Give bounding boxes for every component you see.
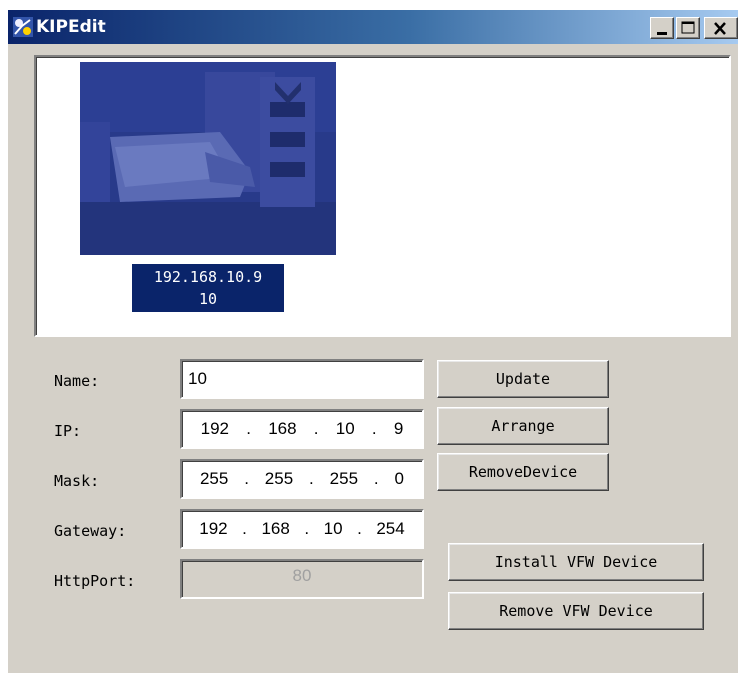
device-preview-panel: 192.168.10.9 10 [34,55,731,337]
ip-octet: 192 [200,419,229,438]
mask-dot: . [309,469,314,488]
window-title: KIPEdit [36,17,106,37]
device-label[interactable]: 192.168.10.9 10 [132,264,284,312]
mask-field[interactable]: 255 . 255 . 255 . 0 [180,459,424,499]
httpport-field: 80 [180,559,424,599]
ip-address-field[interactable]: 192 . 168 . 10 . 9 [180,409,424,449]
app-icon[interactable] [12,16,34,38]
ip-dot: . [313,419,319,438]
arrange-button[interactable]: Arrange [437,407,609,445]
name-label: Name: [54,372,100,390]
gateway-octet: 192 [199,519,228,538]
device-ip-text: 192.168.10.9 [153,268,263,286]
mask-octet: 255 [199,469,229,488]
update-button[interactable]: Update [437,360,609,398]
remove-device-button[interactable]: RemoveDevice [437,453,609,491]
ip-dot: . [246,419,251,438]
camera-thumbnail[interactable] [80,62,336,255]
gateway-octet: 254 [376,519,405,538]
maximize-icon [681,21,695,34]
gateway-field[interactable]: 192 . 168 . 10 . 254 [180,509,424,549]
maximize-button[interactable] [676,17,700,39]
gateway-dot: . [304,519,310,538]
gateway-octet: 168 [261,519,290,538]
minimize-icon [657,32,667,35]
kipedit-window: KIPEdit 192.168.10.9 10 Name: 10 IP: 192… [8,10,738,673]
camera-image [80,62,336,255]
name-input[interactable] [180,359,424,399]
gateway-label: Gateway: [54,522,127,540]
ip-label: IP: [54,422,82,440]
gateway-octet: 10 [323,519,343,538]
remove-vfw-device-button[interactable]: Remove VFW Device [448,592,704,630]
install-vfw-device-button[interactable]: Install VFW Device [448,543,704,581]
httpport-label: HttpPort: [54,572,136,590]
ip-octet: 10 [335,419,355,438]
mask-dot: . [373,469,379,488]
gateway-dot: . [242,519,247,538]
ip-dot: . [371,419,377,438]
gateway-dot: . [357,519,362,538]
minimize-button[interactable] [650,17,674,39]
ip-octet: 168 [268,419,297,438]
mask-octet: 255 [264,469,294,488]
mask-label: Mask: [54,472,100,490]
mask-dot: . [244,469,249,488]
title-bar[interactable]: KIPEdit [8,10,738,44]
device-name-text: 10 [198,290,218,308]
mask-octet: 255 [329,469,359,488]
mask-octet: 0 [394,469,404,488]
close-button[interactable] [704,17,738,39]
ip-octet: 9 [393,419,404,438]
close-icon [714,22,726,35]
